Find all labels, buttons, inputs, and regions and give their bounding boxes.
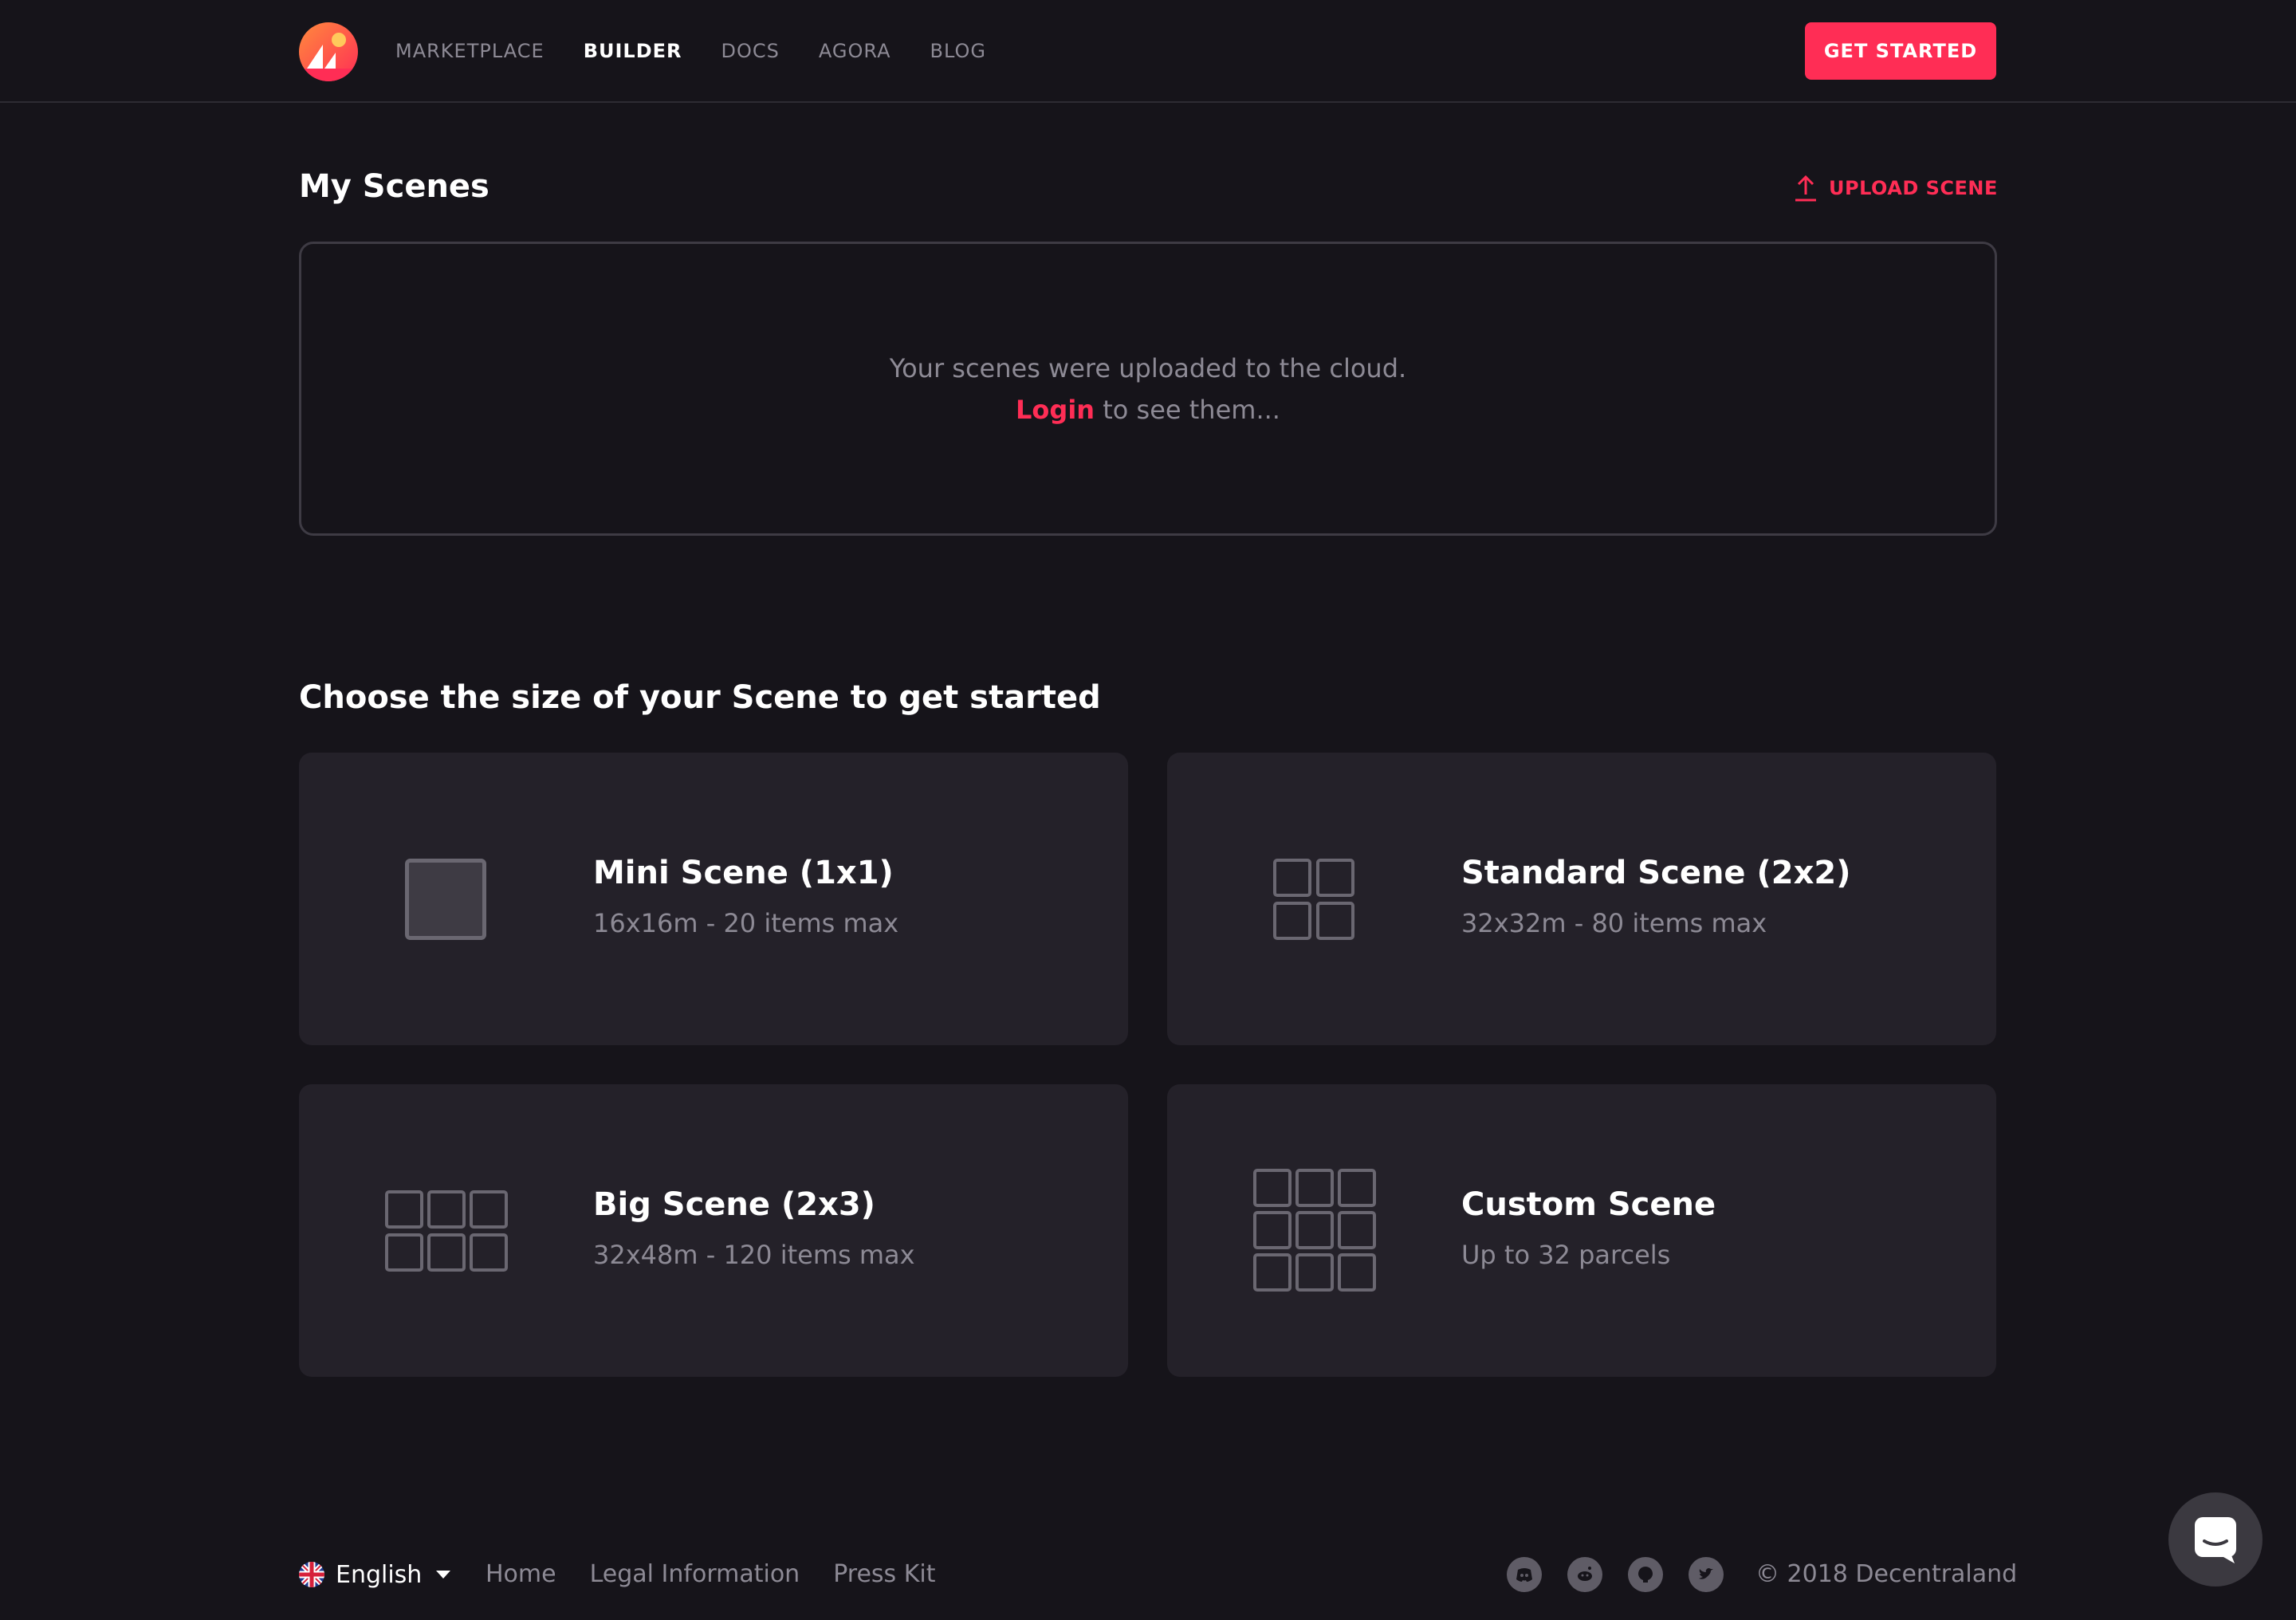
builder-page: MARKETPLACE BUILDER DOCS AGORA BLOG GET … (0, 0, 2296, 1620)
main-nav: MARKETPLACE BUILDER DOCS AGORA BLOG (395, 35, 1025, 67)
get-started-button[interactable]: GET STARTED (1805, 22, 1996, 80)
upload-icon (1795, 175, 1816, 202)
card-title: Mini Scene (1x1) (593, 855, 894, 891)
card-subtitle: 32x48m - 120 items max (593, 1240, 915, 1270)
mini-scene-card[interactable]: Mini Scene (1x1) 16x16m - 20 items max (299, 753, 1128, 1045)
login-suffix: to see them... (1095, 394, 1280, 425)
language-label: English (336, 1560, 423, 1589)
copyright-text: © 2018 Decentraland (1755, 1560, 2018, 1588)
grid-2x2-icon (1273, 859, 1354, 940)
twitter-icon[interactable] (1689, 1557, 1724, 1592)
decentraland-logo-icon[interactable] (299, 22, 358, 81)
login-prompt: Login to see them... (1016, 389, 1280, 431)
nav-link-marketplace[interactable]: MARKETPLACE (395, 35, 545, 67)
uk-flag-icon (299, 1562, 324, 1587)
language-dropdown[interactable]: English (299, 1559, 451, 1591)
card-subtitle: Up to 32 parcels (1461, 1240, 1671, 1270)
footer-link-press-kit[interactable]: Press Kit (833, 1559, 935, 1591)
nav-link-blog[interactable]: BLOG (930, 35, 985, 67)
cloud-scenes-notice: Your scenes were uploaded to the cloud. … (299, 242, 1997, 536)
nav-link-agora[interactable]: AGORA (819, 35, 891, 67)
standard-scene-card[interactable]: Standard Scene (2x2) 32x32m - 80 items m… (1167, 753, 1996, 1045)
grid-2x3-icon (385, 1190, 508, 1272)
nav-link-docs[interactable]: DOCS (721, 35, 780, 67)
footer-link-home[interactable]: Home (486, 1559, 556, 1591)
scene-size-title: Choose the size of your Scene to get sta… (299, 679, 1101, 716)
reddit-icon[interactable] (1567, 1557, 1602, 1592)
upload-scene-button[interactable]: UPLOAD SCENE (1794, 172, 1998, 204)
login-link[interactable]: Login (1016, 395, 1095, 425)
github-icon[interactable] (1628, 1557, 1663, 1592)
custom-scene-card[interactable]: Custom Scene Up to 32 parcels (1167, 1084, 1996, 1377)
discord-icon[interactable] (1507, 1557, 1542, 1592)
upload-scene-label: UPLOAD SCENE (1829, 177, 1998, 199)
big-scene-card[interactable]: Big Scene (2x3) 32x48m - 120 items max (299, 1084, 1128, 1377)
grid-1x1-icon (405, 859, 486, 940)
card-title: Standard Scene (2x2) (1461, 855, 1851, 891)
top-navbar: MARKETPLACE BUILDER DOCS AGORA BLOG GET … (0, 0, 2296, 103)
card-subtitle: 16x16m - 20 items max (593, 908, 899, 938)
card-subtitle: 32x32m - 80 items max (1461, 908, 1767, 938)
footer-links: Home Legal Information Press Kit (486, 1559, 969, 1591)
chat-icon (2195, 1517, 2236, 1563)
grid-3x3-icon (1253, 1169, 1376, 1292)
card-title: Custom Scene (1461, 1186, 1716, 1223)
chevron-down-icon (436, 1571, 451, 1579)
my-scenes-title: My Scenes (299, 168, 489, 205)
card-title: Big Scene (2x3) (593, 1186, 875, 1223)
cloud-message: Your scenes were uploaded to the cloud. (889, 352, 1407, 383)
nav-link-builder[interactable]: BUILDER (584, 35, 682, 67)
chat-support-button[interactable] (2168, 1492, 2263, 1587)
footer-link-legal[interactable]: Legal Information (590, 1559, 800, 1591)
